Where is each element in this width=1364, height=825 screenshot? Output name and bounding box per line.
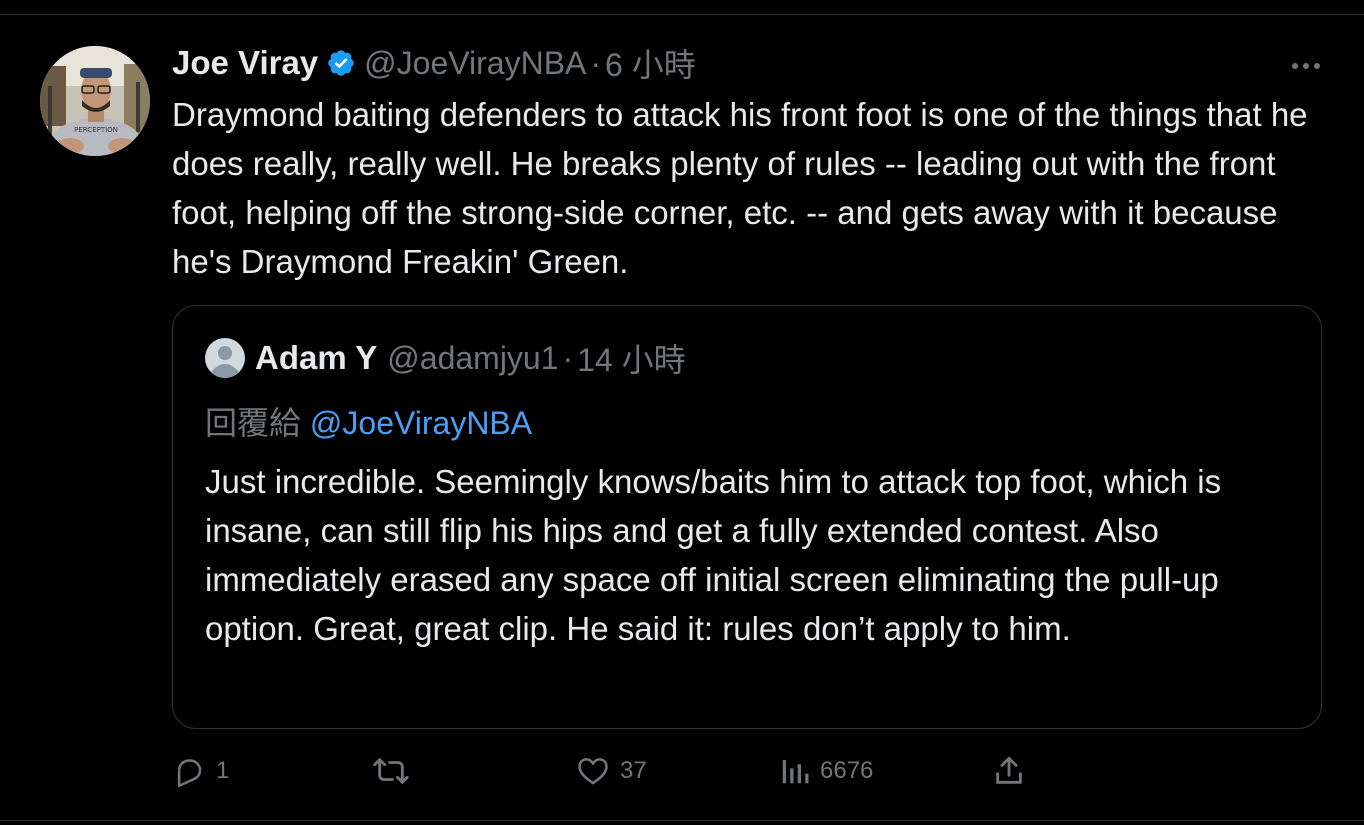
reply-to-prefix: 回覆給 (205, 405, 302, 441)
like-button[interactable]: 37 (576, 752, 647, 790)
like-count: 37 (620, 757, 647, 784)
more-options-icon[interactable] (1290, 58, 1322, 69)
share-icon (992, 754, 1026, 788)
quote-author-avatar-icon[interactable] (205, 338, 245, 378)
avatar-shirt-text: PERCEPTION (74, 126, 118, 134)
views-button[interactable]: 6676 (780, 752, 873, 790)
verified-badge-icon[interactable] (326, 48, 356, 78)
reply-button[interactable]: 1 (172, 752, 229, 790)
retweet-button[interactable] (372, 752, 410, 790)
quote-header: Adam Y @adamjyu1 · 14 小時 (205, 338, 686, 378)
reply-to-mention-link[interactable]: @JoeVirayNBA (310, 405, 532, 441)
views-count: 6676 (820, 757, 874, 784)
quote-header-separator: · (562, 339, 574, 376)
reply-count: 1 (216, 757, 230, 784)
retweet-icon (372, 754, 410, 788)
quote-tweet-card[interactable]: Adam Y @adamjyu1 · 14 小時 回覆給 @JoeVirayNB… (172, 305, 1322, 729)
share-button[interactable] (992, 752, 1026, 790)
quote-author-handle[interactable]: @adamjyu1 (387, 340, 558, 377)
quote-author-name[interactable]: Adam Y (255, 339, 377, 377)
top-divider (0, 14, 1364, 15)
quote-timestamp[interactable]: 14 小時 (577, 335, 686, 381)
heart-icon (576, 754, 610, 788)
header-separator: · (590, 44, 602, 81)
author-avatar[interactable]: PERCEPTION (40, 46, 150, 156)
reply-to-line: 回覆給 @JoeVirayNBA (205, 398, 532, 444)
tweet-actions-bar: 1 37 6676 (172, 752, 1332, 790)
reply-icon (172, 754, 206, 788)
bottom-divider (0, 820, 1364, 821)
tweet-text: Draymond baiting defenders to attack his… (172, 96, 1308, 280)
author-handle[interactable]: @JoeVirayNBA (364, 45, 586, 82)
tweet-timestamp[interactable]: 6 小時 (605, 40, 696, 86)
author-name[interactable]: Joe Viray (172, 44, 318, 82)
tweet-header: Joe Viray @JoeVirayNBA · 6 小時 (172, 40, 696, 86)
quote-text: Just incredible. Seemingly knows/baits h… (205, 463, 1222, 647)
views-icon (780, 754, 810, 788)
